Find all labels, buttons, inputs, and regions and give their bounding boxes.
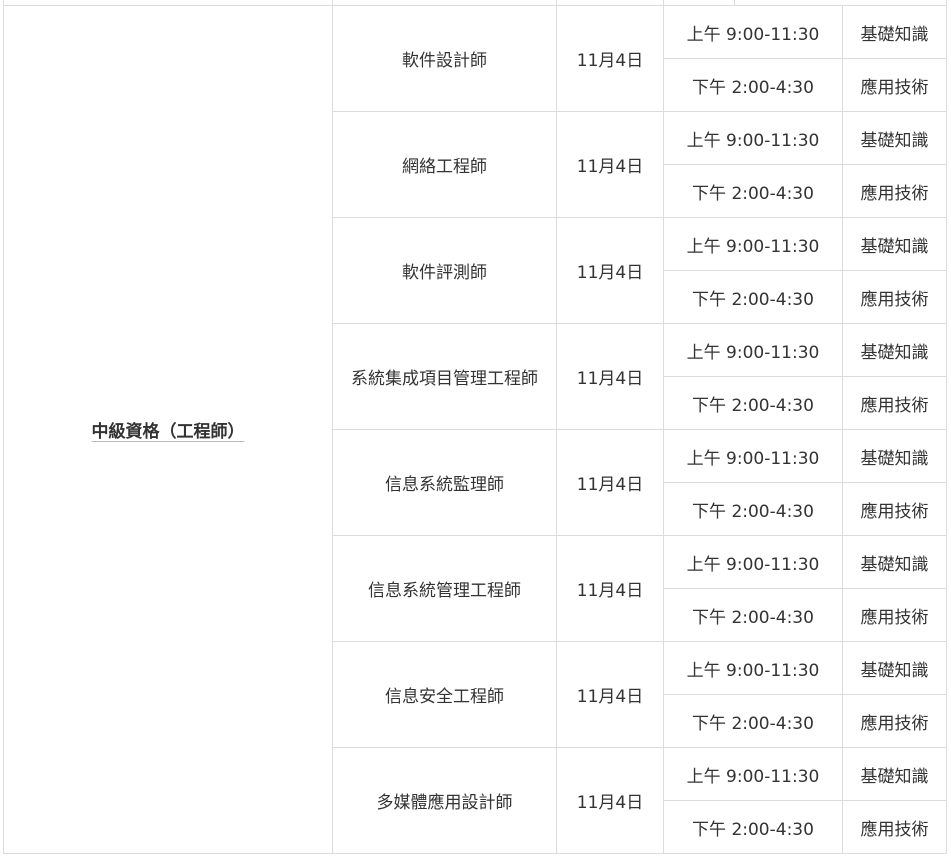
session-subject-cell: 基礎知識	[842, 5, 947, 59]
exam-date-cell: 11月4日	[556, 641, 664, 748]
exam-name-cell: 軟件設計師	[332, 5, 557, 112]
session-subject-cell: 應用技術	[842, 376, 947, 430]
session-subject-cell: 應用技術	[842, 482, 947, 536]
exam-name-cell: 信息系統監理師	[332, 429, 557, 536]
session-subject-cell: 基礎知識	[842, 323, 947, 377]
exam-date-cell: 11月4日	[556, 217, 664, 324]
exam-name-cell: 多媒體應用設計師	[332, 747, 557, 854]
session-subject-cell: 基礎知識	[842, 641, 947, 695]
exam-date-cell: 11月4日	[556, 535, 664, 642]
session-time-cell: 下午 2:00-4:30	[663, 588, 843, 642]
session-subject-cell: 基礎知識	[842, 111, 947, 165]
exam-date-cell: 11月4日	[556, 5, 664, 112]
session-subject-cell: 應用技術	[842, 164, 947, 218]
session-subject-cell: 應用技術	[842, 58, 947, 112]
table-row: 中級資格（工程師） 軟件設計師 11月4日 上午 9:00-11:30 基礎知識	[3, 5, 947, 854]
session-time-cell: 上午 9:00-11:30	[663, 217, 843, 271]
session-time-cell: 下午 2:00-4:30	[663, 694, 843, 748]
session-time-cell: 上午 9:00-11:30	[663, 5, 843, 59]
session-time-cell: 下午 2:00-4:30	[663, 800, 843, 854]
session-subject-cell: 應用技術	[842, 588, 947, 642]
session-time-cell: 下午 2:00-4:30	[663, 376, 843, 430]
exam-schedule-table: 中級資格（工程師） 軟件設計師 11月4日 上午 9:00-11:30 基礎知識…	[3, 5, 947, 854]
exam-schedule-body: 中級資格（工程師） 軟件設計師 11月4日 上午 9:00-11:30 基礎知識…	[3, 5, 947, 854]
qualification-level-cell: 中級資格（工程師）	[3, 5, 333, 854]
session-subject-cell: 基礎知識	[842, 747, 947, 801]
session-subject-cell: 基礎知識	[842, 535, 947, 589]
session-subject-cell: 應用技術	[842, 800, 947, 854]
exam-name-cell: 系統集成項目管理工程師	[332, 323, 557, 430]
session-subject-cell: 應用技術	[842, 694, 947, 748]
exam-date-cell: 11月4日	[556, 429, 664, 536]
session-time-cell: 下午 2:00-4:30	[663, 482, 843, 536]
exam-date-cell: 11月4日	[556, 747, 664, 854]
session-time-cell: 上午 9:00-11:30	[663, 111, 843, 165]
exam-name-cell: 信息系統管理工程師	[332, 535, 557, 642]
session-subject-cell: 基礎知識	[842, 429, 947, 483]
session-time-cell: 上午 9:00-11:30	[663, 535, 843, 589]
exam-date-cell: 11月4日	[556, 111, 664, 218]
session-time-cell: 上午 9:00-11:30	[663, 323, 843, 377]
exam-name-cell: 軟件評測師	[332, 217, 557, 324]
session-subject-cell: 應用技術	[842, 270, 947, 324]
session-time-cell: 上午 9:00-11:30	[663, 641, 843, 695]
session-subject-cell: 基礎知識	[842, 217, 947, 271]
exam-name-cell: 網絡工程師	[332, 111, 557, 218]
session-time-cell: 下午 2:00-4:30	[663, 270, 843, 324]
session-time-cell: 下午 2:00-4:30	[663, 164, 843, 218]
session-time-cell: 上午 9:00-11:30	[663, 747, 843, 801]
session-time-cell: 下午 2:00-4:30	[663, 58, 843, 112]
exam-date-cell: 11月4日	[556, 323, 664, 430]
session-time-cell: 上午 9:00-11:30	[663, 429, 843, 483]
exam-name-cell: 信息安全工程師	[332, 641, 557, 748]
